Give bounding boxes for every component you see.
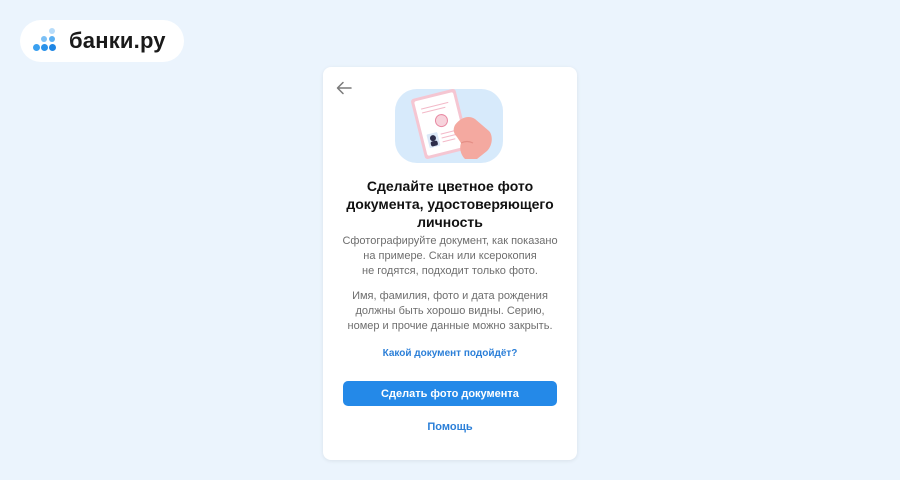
requirements-line: Имя, фамилия, фото и дата рождения bbox=[352, 290, 548, 302]
arrow-left-icon bbox=[336, 81, 352, 95]
passport-in-hand-icon bbox=[395, 85, 505, 165]
photo-instructions-text: Сфотографируйте документ, как показано н… bbox=[323, 234, 577, 279]
which-document-link[interactable]: Какой документ подойдёт? bbox=[323, 348, 577, 359]
instructions-line: Сфотографируйте документ, как показано bbox=[342, 235, 558, 247]
document-photo-card: Сделайте цветное фото документа, удостов… bbox=[323, 67, 577, 460]
help-link[interactable]: Помощь bbox=[323, 421, 577, 433]
requirements-line: должны быть хорошо видны. Серию, bbox=[355, 305, 545, 317]
take-document-photo-button[interactable]: Сделать фото документа bbox=[343, 381, 557, 406]
instructions-line: не годятся, подходит только фото. bbox=[362, 265, 538, 277]
card-title-line: документа, удостоверяющего bbox=[346, 196, 554, 212]
card-title: Сделайте цветное фото документа, удостов… bbox=[323, 177, 577, 231]
back-button[interactable] bbox=[333, 77, 355, 99]
requirements-line: номер и прочие данные можно закрыть. bbox=[347, 320, 553, 332]
instructions-line: на примере. Скан или ксерокопия bbox=[363, 250, 537, 262]
card-title-line: Сделайте цветное фото bbox=[366, 178, 534, 194]
logo-dots-icon bbox=[33, 28, 61, 54]
logo-text: банки.ру bbox=[69, 28, 166, 53]
visibility-requirements-text: Имя, фамилия, фото и дата рождения должн… bbox=[323, 289, 577, 334]
banki-ru-logo[interactable]: банки.ру bbox=[20, 20, 184, 62]
card-title-line: личность bbox=[417, 214, 483, 230]
